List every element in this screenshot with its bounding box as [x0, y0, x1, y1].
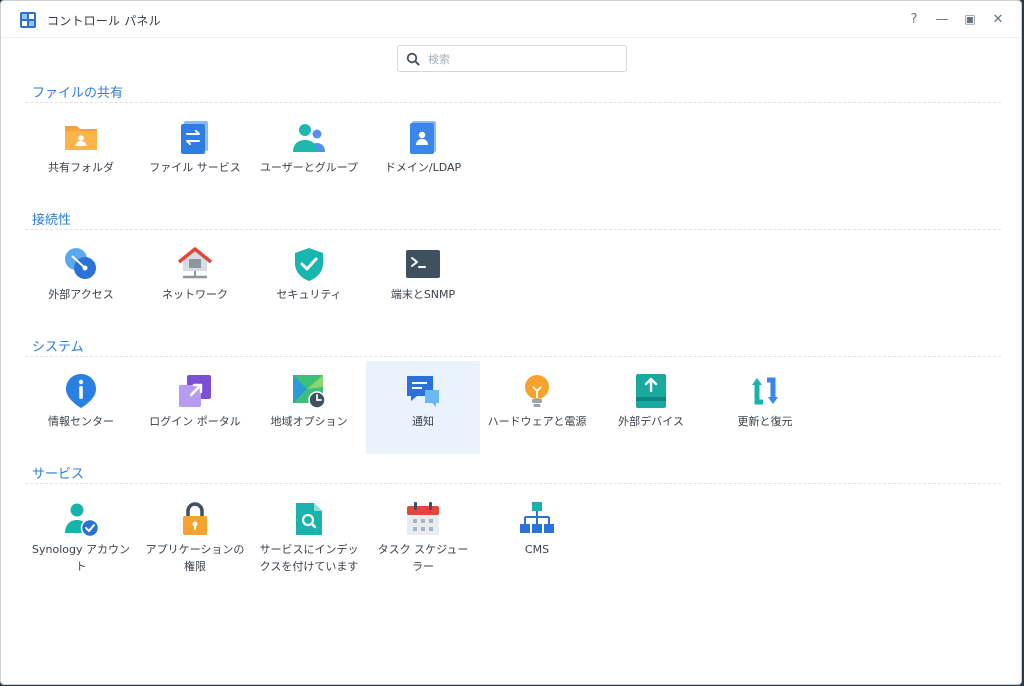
tile-label: 端末とSNMP	[390, 288, 456, 301]
tile-notification[interactable]: 通知	[366, 361, 480, 454]
tile-label-line1: サービスにインデッ	[259, 543, 359, 556]
tile-label-line2: ト	[75, 560, 87, 573]
minimize-button[interactable]: —	[931, 9, 953, 29]
tile-label-line1: タスク スケジュー	[377, 543, 469, 556]
domain-ldap-icon	[405, 119, 441, 155]
tile-label-multiline: Synology アカウン ト	[26, 541, 136, 575]
tile-file-services[interactable]: ファイル サービス	[138, 109, 252, 201]
section-divider	[25, 102, 1001, 103]
tile-label: ハードウェアと電源	[487, 415, 587, 428]
tile-synology-account[interactable]: Synology アカウン ト	[24, 491, 138, 583]
tile-label: ユーザーとグループ	[259, 161, 359, 174]
tile-indexing-service[interactable]: サービスにインデッ クスを付けています	[252, 491, 366, 583]
shared-folder-icon	[63, 119, 99, 155]
section-divider	[25, 356, 1001, 357]
hardware-power-icon	[519, 373, 555, 409]
tile-label: 共有フォルダ	[48, 161, 114, 174]
tile-user-group[interactable]: ユーザーとグループ	[252, 109, 366, 201]
tile-domain-ldap[interactable]: ドメイン/LDAP	[366, 109, 480, 201]
application-privileges-icon	[177, 501, 213, 537]
tile-info-center[interactable]: 情報センター	[24, 363, 138, 455]
tile-label: CMS	[524, 543, 550, 556]
tile-cms[interactable]: CMS	[480, 491, 594, 583]
control-panel-window: コントロール パネル ? — ▣ ✕ ファイルの共有 共有フォルダ	[0, 0, 1022, 685]
tile-label-multiline: アプリケーションの 権限	[140, 541, 250, 575]
indexing-service-icon	[291, 501, 327, 537]
tile-label-line1: アプリケーションの	[145, 543, 245, 556]
search-input[interactable]	[426, 49, 624, 70]
section-title-system: システム	[32, 340, 84, 355]
tile-external-access[interactable]: 外部アクセス	[24, 236, 138, 328]
tile-label: ネットワーク	[162, 288, 228, 301]
external-access-icon	[63, 246, 99, 282]
tile-label: 外部デバイス	[618, 415, 684, 428]
tile-label-line1: Synology アカウン	[32, 543, 130, 556]
tile-label-line2: 権限	[184, 560, 206, 573]
title-bar[interactable]: コントロール パネル ? — ▣ ✕	[1, 1, 1021, 38]
window-title: コントロール パネル	[47, 14, 161, 28]
tile-label: 地域オプション	[270, 415, 348, 428]
control-panel-app-icon	[19, 11, 37, 29]
terminal-icon	[405, 246, 441, 282]
tile-label: ドメイン/LDAP	[384, 161, 462, 174]
notification-icon	[405, 373, 441, 409]
tile-hardware-power[interactable]: ハードウェアと電源	[480, 363, 594, 455]
tile-login-portal[interactable]: ログイン ポータル	[138, 363, 252, 455]
tile-label: ファイル サービス	[149, 161, 241, 174]
close-button[interactable]: ✕	[987, 9, 1009, 29]
tile-label: 通知	[412, 415, 434, 428]
tile-update-restore[interactable]: 更新と復元	[708, 363, 822, 455]
task-scheduler-icon	[405, 501, 441, 537]
login-portal-icon	[177, 373, 213, 409]
section-title-file-sharing: ファイルの共有	[32, 86, 124, 101]
tile-external-devices[interactable]: 外部デバイス	[594, 363, 708, 455]
tile-label: 更新と復元	[737, 415, 793, 428]
user-group-icon	[291, 119, 327, 155]
tile-label: セキュリティ	[276, 288, 342, 301]
external-devices-icon	[633, 373, 669, 409]
security-shield-icon	[291, 246, 327, 282]
file-services-icon	[177, 119, 213, 155]
section-divider	[25, 483, 1001, 484]
tile-shared-folder[interactable]: 共有フォルダ	[24, 109, 138, 201]
tile-label-line2: クスを付けています	[259, 560, 359, 573]
help-button[interactable]: ?	[903, 9, 925, 29]
tile-label: 情報センター	[48, 415, 114, 428]
synology-account-icon	[63, 501, 100, 538]
section-divider	[25, 229, 1001, 230]
section-title-connectivity: 接続性	[32, 213, 72, 228]
tile-label-multiline: タスク スケジュー ラー	[368, 541, 478, 575]
network-icon	[177, 246, 213, 282]
tile-application-privileges[interactable]: アプリケーションの 権限	[138, 491, 252, 583]
tile-label: ログイン ポータル	[149, 415, 241, 428]
search-icon	[406, 52, 420, 66]
tile-task-scheduler[interactable]: タスク スケジュー ラー	[366, 491, 480, 583]
tile-network[interactable]: ネットワーク	[138, 236, 252, 328]
section-title-services: サービス	[32, 467, 85, 482]
tile-label-line2: ラー	[412, 560, 434, 573]
tile-label-multiline: サービスにインデッ クスを付けています	[254, 541, 364, 575]
maximize-button[interactable]: ▣	[959, 9, 981, 29]
info-center-icon	[63, 373, 99, 409]
tile-regional-options[interactable]: 地域オプション	[252, 363, 366, 455]
tile-security[interactable]: セキュリティ	[252, 236, 366, 328]
regional-options-icon	[291, 373, 327, 409]
cms-icon	[519, 501, 555, 537]
tile-label: 外部アクセス	[48, 288, 114, 301]
tile-terminal-snmp[interactable]: 端末とSNMP	[366, 236, 480, 328]
search-box[interactable]	[397, 45, 627, 72]
update-restore-icon	[747, 373, 783, 409]
